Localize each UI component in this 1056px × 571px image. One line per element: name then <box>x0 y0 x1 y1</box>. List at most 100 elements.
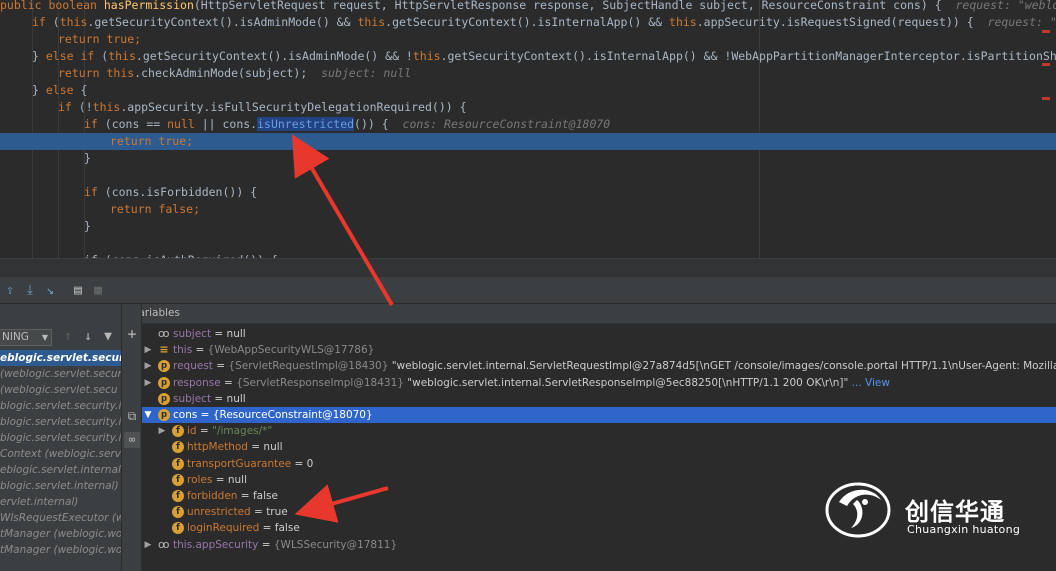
expand-arrow-icon[interactable]: ▶ <box>143 537 153 553</box>
stack-frame-item[interactable]: (weblogic.servlet.secur <box>0 366 121 382</box>
code-line[interactable]: return true; <box>0 31 1056 48</box>
chuangxin-logo <box>825 482 891 538</box>
code-token: || cons. <box>201 117 258 131</box>
variable-row[interactable]: f roles = null <box>142 472 1056 488</box>
code-line[interactable]: if (cons.isForbidden()) { <box>0 184 1056 201</box>
code-token: else <box>45 83 81 97</box>
code-line[interactable]: if (!this.appSecurity.isFullSecurityDele… <box>0 99 1056 116</box>
error-stripe-mark[interactable] <box>1042 30 1050 33</box>
variable-row[interactable]: oo subject = null <box>142 326 1056 342</box>
variable-name: id <box>187 425 197 438</box>
thread-select[interactable]: NING ▼ <box>0 329 52 346</box>
error-stripe-mark[interactable] <box>1042 97 1050 100</box>
step-out-icon[interactable]: ⇧ <box>2 283 18 299</box>
code-line[interactable]: if (cons == null || cons.isUnrestricted(… <box>0 116 1056 133</box>
variable-name: forbidden <box>187 490 238 502</box>
debug-tool-window-header <box>0 258 1056 276</box>
code-line[interactable]: if (this.getSecurityContext().isAdminMod… <box>0 14 1056 31</box>
variable-value: null <box>226 392 246 405</box>
variable-value: null <box>263 441 283 454</box>
variable-equals: = <box>291 457 307 470</box>
object-icon: ≡ <box>159 343 169 357</box>
variable-row[interactable]: ▶ ≡ this = {WebAppSecurityWLS@17786} <box>142 342 1056 358</box>
code-token: if <box>84 117 105 131</box>
watch-icon: oo <box>158 537 170 551</box>
variable-name: unrestricted <box>187 506 251 519</box>
code-line[interactable]: } <box>0 150 1056 167</box>
variable-text: unrestricted = true <box>187 504 288 520</box>
stack-frame-item[interactable]: blogic.servlet.security.in <box>0 430 121 446</box>
stack-frame-item[interactable]: tManager (weblogic.wor <box>0 526 121 542</box>
code-token: this <box>108 49 136 63</box>
stack-frame-item[interactable]: Context (weblogic.serv <box>0 446 121 462</box>
code-line[interactable]: } else if (this.getSecurityContext().isA… <box>0 48 1056 65</box>
stack-frame-item[interactable]: (weblogic.servlet.secu <box>0 382 121 398</box>
variable-row[interactable]: ▼ p cons = {ResourceConstraint@18070} <box>142 407 1056 423</box>
code-token: return false <box>110 202 194 216</box>
show-watches-icon[interactable]: ∞ <box>124 432 140 448</box>
variable-name: this <box>173 344 193 357</box>
stack-frame-item[interactable]: blogic.servlet.security.int <box>0 414 121 430</box>
code-line[interactable]: return this.checkAdminMode(subject); sub… <box>0 65 1056 82</box>
variable-value: false <box>274 522 300 535</box>
code-token: (cons == <box>104 117 168 131</box>
stack-frame-item[interactable]: blogic.servlet.security.inte <box>0 398 121 414</box>
stack-frame-item[interactable]: WlsRequestExecutor (we <box>0 510 121 526</box>
stack-frame-item[interactable]: eblogic.servlet.internal. <box>0 462 121 478</box>
drop-frame-icon[interactable]: ⤓ <box>22 283 38 299</box>
variable-equals: = <box>220 376 237 389</box>
error-stripe-mark[interactable] <box>1042 63 1050 66</box>
code-line[interactable]: return false; <box>0 201 1056 218</box>
code-token: .appSecurity.isRequestSigned(request)) { <box>696 15 988 29</box>
expand-arrow-icon[interactable]: ▶ <box>143 342 153 358</box>
arrow-up-icon[interactable]: ↑ <box>60 329 76 345</box>
stack-frame-item[interactable]: eblogic.servlet.security.i <box>0 350 121 366</box>
variable-text: transportGuarantee = 0 <box>187 456 313 472</box>
stack-frame-item[interactable]: blogic.servlet.internal) <box>0 478 121 494</box>
code-token: (HttpServletRequest request, HttpServlet… <box>193 0 956 12</box>
filter-icon[interactable]: ▼ <box>100 329 116 345</box>
code-token: if <box>84 185 105 199</box>
add-watch-icon[interactable]: + <box>124 326 140 342</box>
code-token: .getSecurityContext().isAdminMode() && ! <box>135 49 413 63</box>
code-line[interactable]: public boolean hasPermission(HttpServlet… <box>0 0 1056 14</box>
code-token: this <box>59 15 88 29</box>
variable-equals: = <box>250 506 267 519</box>
expand-arrow-icon[interactable]: ▶ <box>157 423 167 439</box>
code-line[interactable]: } <box>0 218 1056 235</box>
run-to-cursor-icon[interactable]: ↘ <box>42 283 58 299</box>
code-token: } <box>84 151 91 165</box>
variable-name: roles <box>187 473 213 486</box>
collapse-arrow-icon[interactable]: ▼ <box>143 407 153 423</box>
field-icon: f <box>172 522 184 535</box>
evaluate-expression-icon[interactable]: ▤ <box>70 283 86 299</box>
arrow-down-icon[interactable]: ↓ <box>80 329 96 345</box>
expand-arrow-icon[interactable]: ▶ <box>143 358 153 374</box>
code-token: return true <box>58 32 135 46</box>
variable-row[interactable]: ▶ p request = {ServletRequestImpl@18430} "… <box>142 358 1056 374</box>
field-icon: f <box>172 490 184 502</box>
variable-row[interactable]: ▶ f id = "/images/*" <box>142 423 1056 439</box>
code-line[interactable]: } else { <box>0 82 1056 99</box>
view-link[interactable]: ... View <box>848 377 890 389</box>
code-token: this <box>357 15 386 29</box>
expand-arrow-icon[interactable]: ▶ <box>143 375 153 391</box>
code-line[interactable] <box>0 167 1056 184</box>
trace-icon[interactable]: ▦ <box>90 283 106 299</box>
code-token: .appSecurity.isFullSecurityDelegationReq… <box>120 100 467 114</box>
stack-frame-item[interactable]: ervlet.internal) <box>0 494 121 510</box>
variable-row[interactable]: p subject = null <box>142 391 1056 407</box>
code-editor[interactable]: public boolean hasPermission(HttpServlet… <box>0 0 1056 258</box>
stack-frame-item[interactable]: tManager (weblogic.wor <box>0 542 121 558</box>
copy-icon[interactable]: ⧉ <box>124 408 140 424</box>
variable-name: response <box>173 376 221 389</box>
variable-row[interactable]: f transportGuarantee = 0 <box>142 456 1056 472</box>
code-token: this <box>669 15 697 29</box>
variable-row[interactable]: ▶ oo this.appSecurity = {WLSSecurity@17811… <box>142 537 1056 553</box>
variable-row[interactable]: ▶ p response = {ServletResponseImpl@18431}… <box>142 375 1056 391</box>
variable-row[interactable]: f httpMethod = null <box>142 439 1056 455</box>
code-line[interactable] <box>0 235 1056 252</box>
variable-value: 0 <box>306 457 314 470</box>
execution-point-line[interactable]: return true; <box>0 133 1056 150</box>
variable-value: null <box>226 328 246 340</box>
